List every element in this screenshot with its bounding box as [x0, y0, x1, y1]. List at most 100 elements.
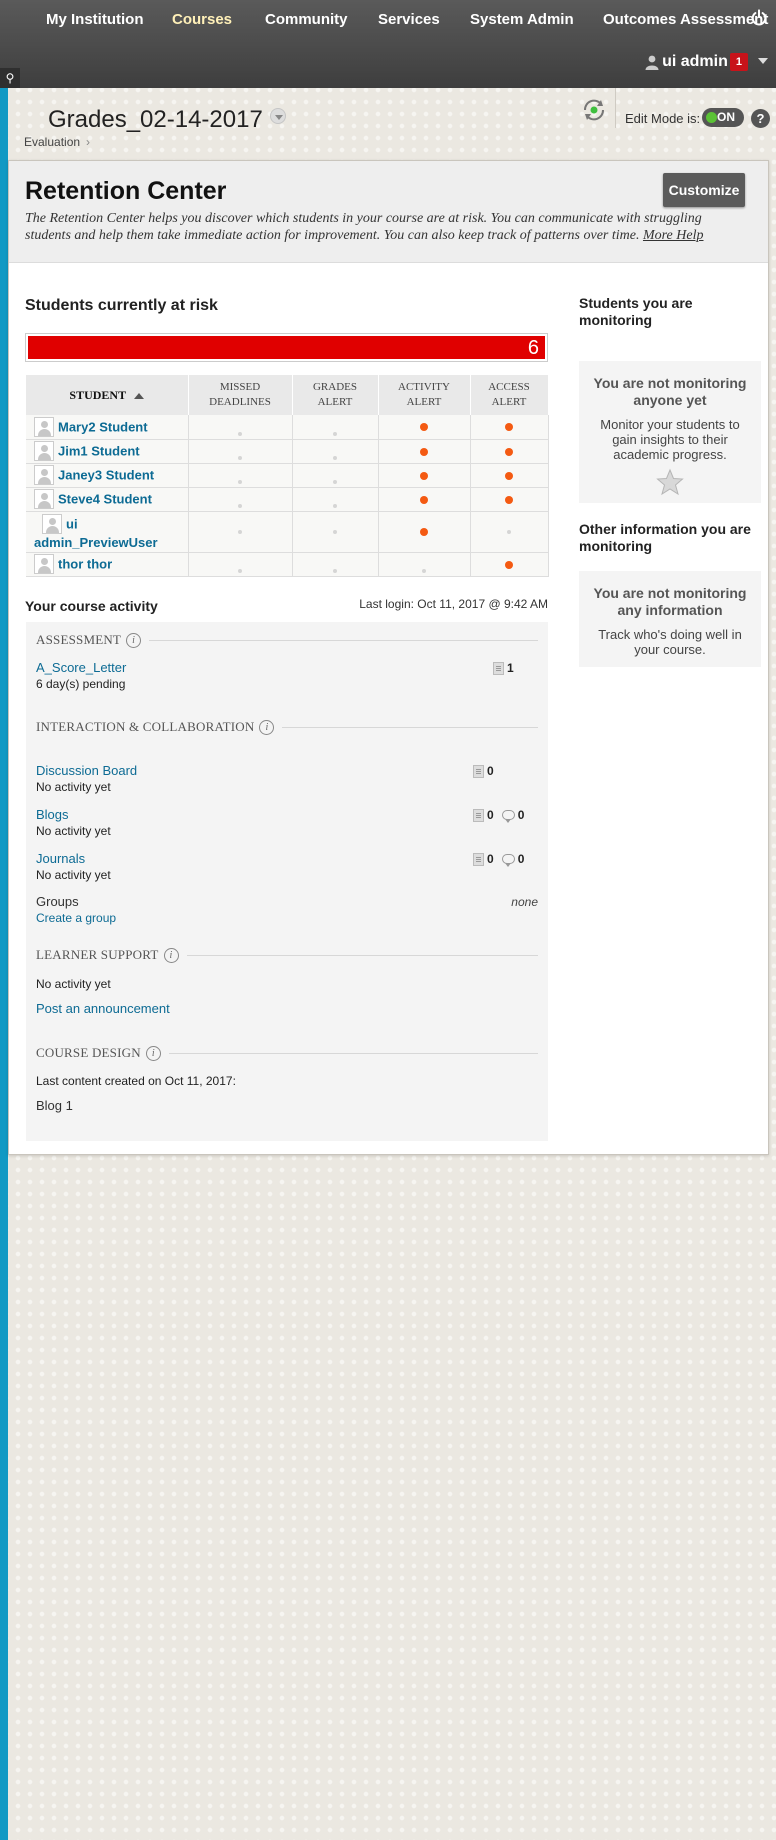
groups-value: none [511, 895, 538, 909]
assessment-item-link[interactable]: A_Score_Letter [36, 660, 126, 675]
missed-deadlines-cell [188, 415, 293, 440]
alert-dot[interactable] [420, 495, 428, 504]
table-row: ui admin_PreviewUser [26, 511, 549, 553]
no-alert-dot [333, 479, 337, 484]
info-icon[interactable]: i [163, 947, 179, 963]
alert-dot[interactable] [505, 423, 513, 432]
alert-dot[interactable] [420, 471, 428, 480]
journals-note: No activity yet [36, 868, 111, 882]
no-alert-dot [238, 455, 242, 460]
tab-courses[interactable]: Courses [172, 11, 232, 28]
student-cell: thor thor [26, 552, 189, 577]
tab-services[interactable]: Services [378, 11, 440, 28]
access-alert-cell [470, 463, 549, 488]
user-menu[interactable]: ui admin 1 [645, 53, 748, 71]
student-link[interactable]: Janey3 Student [58, 468, 154, 483]
column-header-missed-deadlines[interactable]: MISSED DEADLINES [188, 375, 293, 415]
course-design-note: Last content created on Oct 11, 2017: [36, 1074, 236, 1088]
blogs-link[interactable]: Blogs [36, 807, 69, 822]
more-help-link[interactable]: More Help [643, 228, 704, 243]
student-link[interactable]: thor thor [58, 557, 112, 572]
course-activity-title: Your course activity [25, 598, 158, 614]
grades-alert-cell [292, 552, 379, 577]
sync-icon[interactable] [581, 98, 607, 122]
document-icon [473, 852, 484, 866]
customize-button[interactable]: Customize [663, 173, 745, 207]
help-button[interactable]: ? [751, 109, 770, 128]
tab-outcomes-assessment[interactable]: Outcomes Assessment [603, 11, 768, 28]
star-icon[interactable] [656, 468, 684, 496]
document-icon [473, 764, 484, 778]
chevron-down-icon[interactable] [758, 58, 768, 64]
course-activity-panel: ASSESSMENT i A_Score_Letter 6 day(s) pend… [26, 622, 548, 1141]
column-header-student[interactable]: STUDENT [26, 375, 189, 415]
access-alert-cell [470, 511, 549, 553]
alert-dot[interactable] [505, 447, 513, 456]
blogs-count: 00 [473, 808, 524, 823]
no-alert-dot [333, 529, 337, 534]
table-row: Janey3 Student [26, 463, 549, 488]
breadcrumb-item-evaluation[interactable]: Evaluation [24, 135, 80, 149]
sort-ascending-icon[interactable] [134, 392, 145, 399]
learner-support-note: No activity yet [36, 977, 111, 991]
assessment-item-note: 6 day(s) pending [36, 677, 126, 691]
column-header-grades-alert[interactable]: GRADES ALERT [292, 375, 379, 415]
discussion-count: 0 [473, 764, 494, 778]
student-cell: ui admin_PreviewUser [26, 511, 189, 553]
create-group-link[interactable]: Create a group [36, 911, 116, 925]
journals-link[interactable]: Journals [36, 851, 85, 866]
alert-dot[interactable] [505, 495, 513, 504]
course-design-section-heading: COURSE DESIGN i [36, 1045, 538, 1061]
column-header-activity-alert[interactable]: ACTIVITY ALERT [378, 375, 471, 415]
info-icon[interactable]: i [145, 1045, 161, 1061]
pin-icon[interactable]: ⚲ [0, 68, 20, 88]
course-menu-chevron-icon[interactable] [270, 108, 286, 124]
alert-dot[interactable] [505, 560, 513, 569]
no-alert-dot [333, 431, 337, 436]
other-monitoring-title: Other information you are monitoring [579, 521, 751, 554]
no-alert-dot [238, 479, 242, 484]
alert-dot[interactable] [420, 423, 428, 432]
avatar [34, 416, 54, 437]
monitoring-empty-box: You are not monitoring anyone yet Monito… [579, 361, 761, 503]
student-link[interactable]: Steve4 Student [58, 492, 152, 507]
info-icon[interactable]: i [259, 719, 275, 735]
post-announcement-link[interactable]: Post an announcement [36, 1001, 170, 1016]
monitoring-empty-heading: You are not monitoring anyone yet [593, 375, 747, 408]
other-monitoring-heading: You are not monitoring any information [593, 585, 747, 618]
interaction-section-heading: INTERACTION & COLLABORATION i [36, 719, 538, 735]
student-cell: Steve4 Student [26, 487, 189, 512]
access-alert-cell [470, 552, 549, 577]
alert-dot[interactable] [505, 471, 513, 480]
tab-community[interactable]: Community [265, 11, 348, 28]
info-icon[interactable]: i [126, 632, 142, 648]
discussion-board-link[interactable]: Discussion Board [36, 763, 137, 778]
retention-center-header: Retention Center Customize The Retention… [9, 161, 768, 263]
other-monitoring-empty-box: You are not monitoring any information T… [579, 571, 761, 667]
no-alert-dot [333, 568, 337, 573]
alert-dot[interactable] [420, 447, 428, 456]
missed-deadlines-cell [188, 511, 293, 553]
at-risk-title: Students currently at risk [25, 297, 218, 314]
divider [615, 88, 616, 128]
notification-badge[interactable]: 1 [729, 53, 748, 71]
course-menu-strip[interactable] [0, 88, 8, 1840]
activity-alert-cell [378, 415, 471, 440]
activity-alert-cell [378, 511, 471, 553]
student-link[interactable]: Jim1 Student [58, 444, 140, 459]
user-name: ui admin [662, 53, 728, 70]
assessment-section-heading: ASSESSMENT i [36, 632, 538, 648]
at-risk-bar[interactable]: 6 [25, 333, 548, 362]
column-header-access-alert[interactable]: ACCESS ALERT [470, 375, 549, 415]
course-design-item: Blog 1 [36, 1098, 73, 1113]
tab-system-admin[interactable]: System Admin [470, 11, 574, 28]
alert-dot[interactable] [420, 528, 428, 536]
power-icon[interactable] [750, 9, 768, 27]
edit-mode-toggle[interactable]: ON [702, 108, 744, 127]
breadcrumb-separator: › [86, 135, 91, 149]
retention-center-panel: Retention Center Customize The Retention… [8, 160, 769, 1155]
table-header-row: STUDENT MISSED DEADLINES GRADES ALERT ACTI… [26, 375, 549, 415]
student-link[interactable]: Mary2 Student [58, 419, 148, 434]
tab-my-institution[interactable]: My Institution [46, 11, 144, 28]
grades-alert-cell [292, 463, 379, 488]
